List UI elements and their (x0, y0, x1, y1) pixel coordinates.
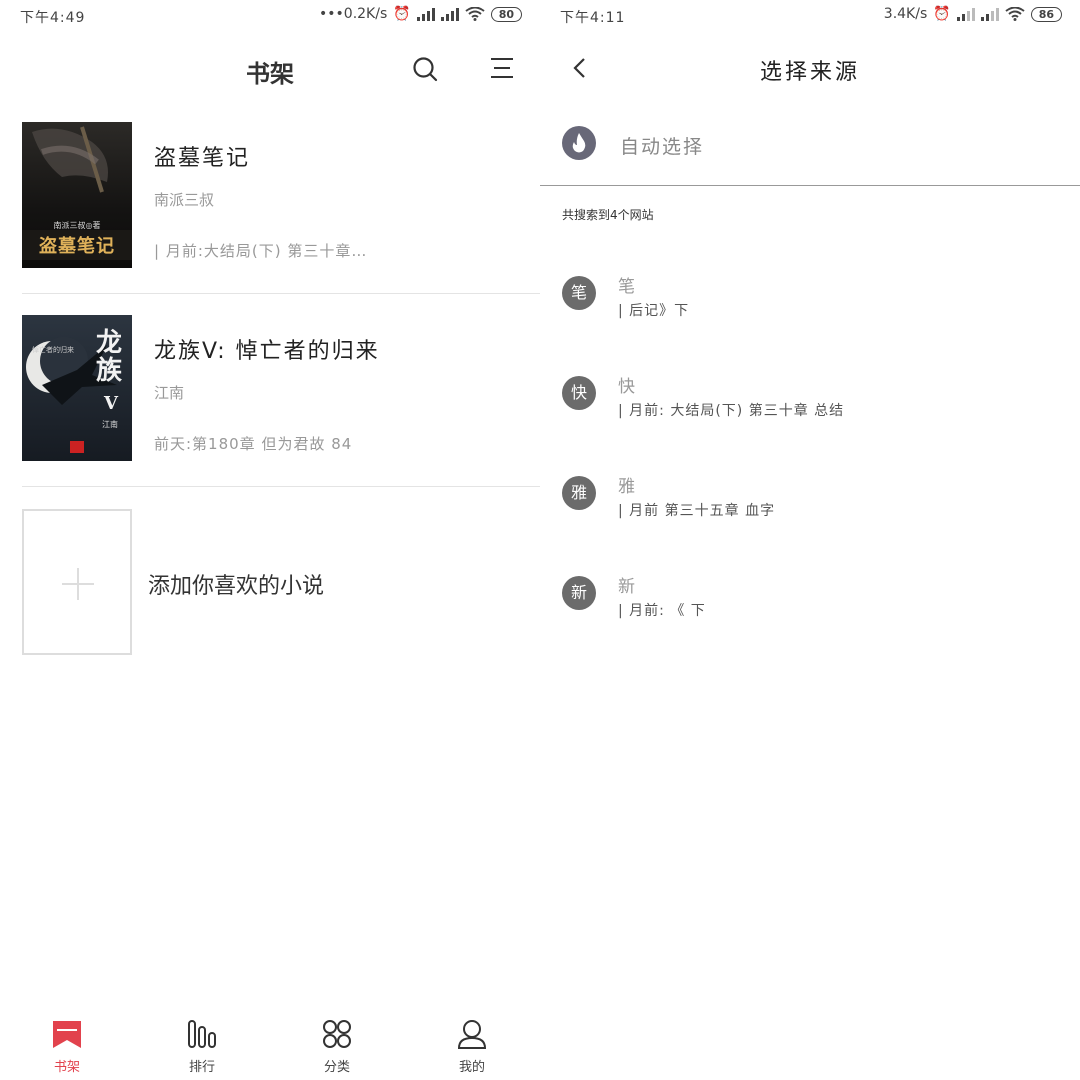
book-item[interactable]: 南派三叔◎著 盗墓笔记 盗墓笔记 南派三叔 | 月前:大结局(下) 第三十章… (22, 122, 540, 268)
auto-select-label: 自动选择 (620, 136, 705, 158)
cover-volume: V (104, 393, 118, 414)
status-icons: •••0.2K/s ⏰ 80 (319, 6, 522, 22)
source-latest-chapter: | 后记》下 (618, 303, 690, 319)
bookshelf-screen: 下午4:49 •••0.2K/s ⏰ 80 书架 南派三叔◎著 盗墓笔记 盗墓笔… (0, 0, 540, 1080)
book-cover: 悼亡者的归来 龙族 V 江南 (22, 315, 132, 461)
source-item[interactable]: 笔 笔 | 后记》下 (540, 272, 1080, 342)
network-speed: •••0.2K/s (319, 6, 388, 22)
add-book-label[interactable]: 添加你喜欢的小说 (148, 568, 324, 600)
source-name: 新 (618, 577, 635, 597)
flame-icon (562, 126, 596, 160)
book-title: 盗墓笔记 (154, 146, 251, 171)
signal-icon-2 (980, 7, 999, 21)
source-name: 快 (618, 377, 635, 397)
page-title: 选择来源 (759, 60, 860, 85)
add-book-button[interactable] (22, 509, 132, 655)
source-badge: 快 (562, 376, 596, 410)
source-item[interactable]: 新 新 | 月前: 《 下 (540, 572, 1080, 642)
book-latest-chapter: 前天:第180章 但为君故 84 (154, 435, 353, 453)
tab-bookshelf[interactable]: 书架 (17, 1012, 117, 1080)
status-bar: 下午4:11 3.4K/s ⏰ 86 (540, 0, 1080, 32)
status-bar: 下午4:49 •••0.2K/s ⏰ 80 (0, 0, 540, 32)
bottom-tab-bar: 书架 排行 分类 我的 (0, 1012, 540, 1080)
tab-label: 排行 (188, 1060, 215, 1075)
cover-title: 盗墓笔记 (39, 236, 115, 257)
auto-select-option[interactable]: 自动选择 (540, 120, 1080, 186)
network-speed: 3.4K/s (883, 6, 928, 22)
source-latest-chapter: | 月前: 《 下 (618, 603, 706, 619)
wifi-icon (465, 7, 485, 21)
tab-ranking[interactable]: 排行 (152, 1012, 252, 1080)
app-header: 书架 (0, 44, 540, 92)
divider (22, 293, 540, 294)
status-icons: 3.4K/s ⏰ 86 (884, 6, 1062, 22)
book-cover: 南派三叔◎著 盗墓笔记 (22, 122, 132, 268)
menu-icon[interactable] (490, 57, 514, 79)
book-author: 江南 (154, 384, 185, 402)
tab-label: 分类 (323, 1060, 350, 1075)
select-source-screen: 下午4:11 3.4K/s ⏰ 86 选择来源 自动选择 共搜索到4个网站 笔 … (540, 0, 1080, 1080)
page-title: 书架 (246, 60, 294, 88)
status-time: 下午4:49 (20, 10, 86, 26)
tab-mine[interactable]: 我的 (422, 1012, 522, 1080)
search-icon[interactable] (412, 56, 438, 82)
tab-label: 书架 (53, 1060, 80, 1075)
cover-author: 南派三叔◎著 (53, 221, 101, 230)
search-result-count: 共搜索到4个网站 (562, 208, 654, 222)
status-time: 下午4:11 (560, 10, 626, 26)
user-icon (457, 1020, 487, 1049)
alarm-icon: ⏰ (393, 6, 411, 22)
book-latest-chapter: | 月前:大结局(下) 第三十章… (154, 242, 368, 260)
source-badge: 新 (562, 576, 596, 610)
source-latest-chapter: | 月前: 大结局(下) 第三十章 总结 (618, 403, 845, 419)
cover-author: 江南 (102, 420, 118, 429)
signal-icon-2 (440, 7, 459, 21)
signal-icon (956, 7, 975, 21)
source-latest-chapter: | 月前 第三十五章 血字 (618, 503, 776, 519)
source-badge: 雅 (562, 476, 596, 510)
source-badge: 笔 (562, 276, 596, 310)
divider (22, 486, 540, 487)
source-item[interactable]: 雅 雅 | 月前 第三十五章 血字 (540, 472, 1080, 542)
alarm-icon: ⏰ (933, 6, 951, 22)
cover-tagline: 悼亡者的归来 (32, 346, 74, 354)
source-name: 雅 (618, 477, 635, 497)
source-name: 笔 (618, 277, 635, 297)
battery-indicator: 86 (1030, 6, 1062, 22)
tab-category[interactable]: 分类 (287, 1012, 387, 1080)
book-title: 龙族V: 悼亡者的归来 (154, 339, 380, 364)
battery-indicator: 80 (490, 6, 522, 22)
cover-title: 龙族 (96, 328, 123, 386)
grid-circles-icon (323, 1020, 351, 1048)
signal-icon (416, 7, 435, 21)
nav-bar: 选择来源 (540, 44, 1080, 92)
wifi-icon (1005, 7, 1025, 21)
tab-label: 我的 (458, 1060, 485, 1075)
rank-bars-icon (188, 1020, 216, 1048)
bookmark-icon (53, 1021, 81, 1048)
source-item[interactable]: 快 快 | 月前: 大结局(下) 第三十章 总结 (540, 372, 1080, 442)
book-item[interactable]: 悼亡者的归来 龙族 V 江南 龙族V: 悼亡者的归来 江南 前天:第180章 但… (22, 315, 540, 461)
book-author: 南派三叔 (154, 191, 215, 209)
